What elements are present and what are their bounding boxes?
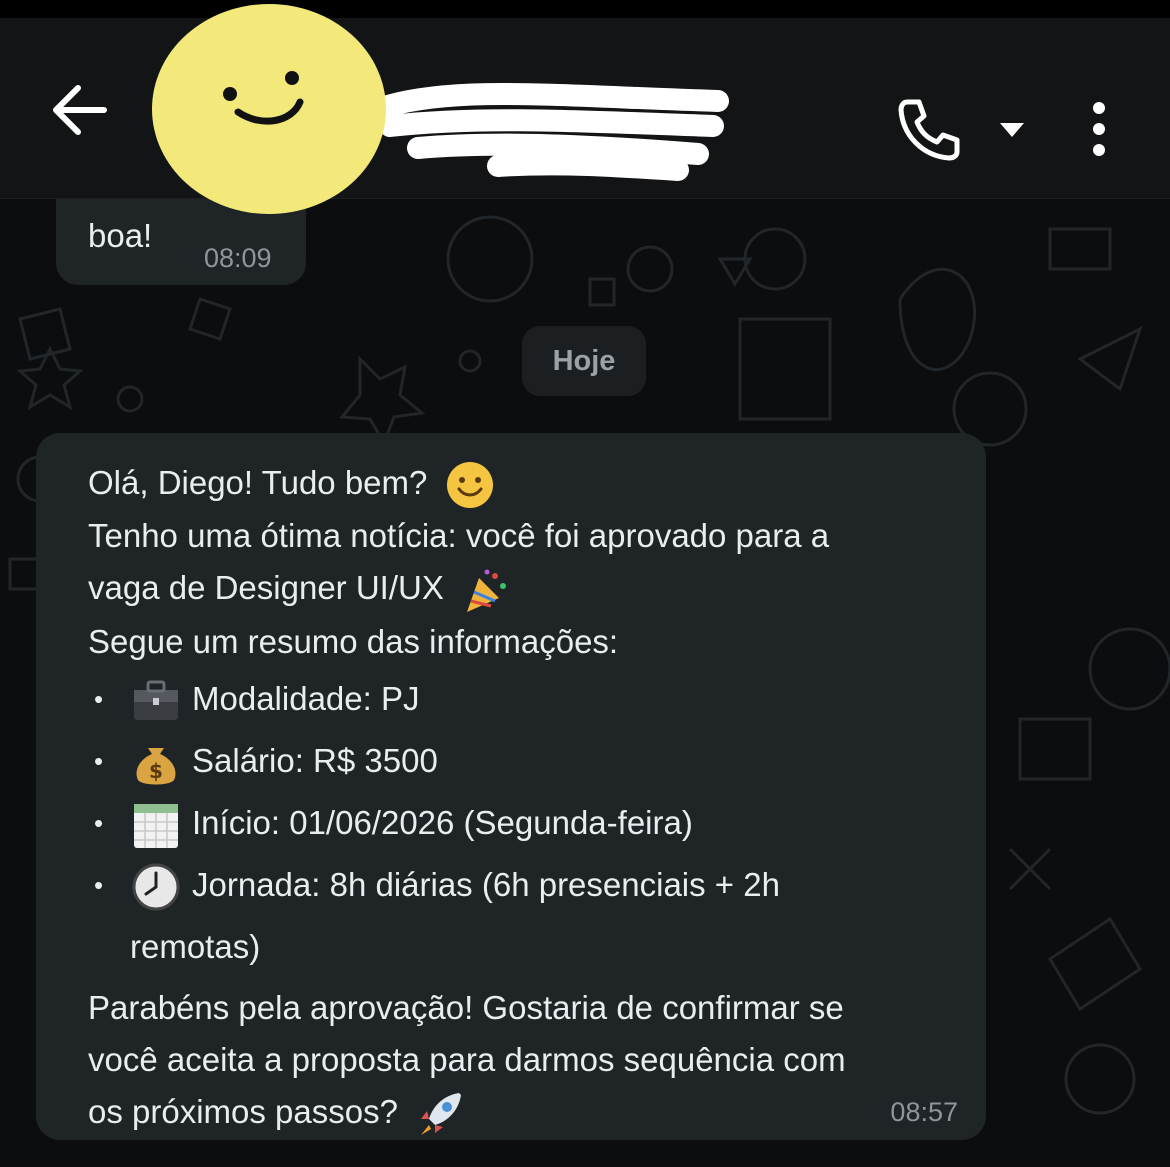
- briefcase-icon: [134, 680, 178, 720]
- clock-icon: [132, 863, 180, 911]
- message-text: Parabéns pela aprovação! Gostaria de con…: [88, 988, 844, 1026]
- message-text: vaga de Designer UI/UX: [88, 569, 444, 607]
- money-bag-icon: $: [136, 747, 176, 785]
- message-text: você aceita a proposta para darmos sequê…: [88, 1040, 846, 1078]
- contact-name-redacted[interactable]: [377, 66, 738, 186]
- caret-down-icon: [1000, 123, 1024, 137]
- message-text: os próximos passos?: [88, 1092, 398, 1130]
- list-item: • $ Salário: R$ 3500: [88, 730, 968, 792]
- voice-call-button[interactable]: [893, 92, 965, 164]
- date-separator: Hoje: [522, 326, 646, 396]
- message-timestamp: 08:57: [890, 1097, 958, 1127]
- bullet-dot: •: [94, 683, 104, 714]
- bullet-dot: •: [94, 745, 104, 776]
- message-text: Olá, Diego! Tudo bem?: [88, 464, 428, 501]
- list-item-text: Jornada: 8h diárias (6h presenciais + 2h: [192, 865, 780, 903]
- chat-area[interactable]: boa! 08:09 Hoje Olá, Diego! Tudo bem? Te…: [0, 199, 1170, 1167]
- vertical-dots-icon: [1093, 102, 1105, 156]
- list-item: • Jornada: 8h diárias (6h presenciais + …: [88, 854, 968, 916]
- smiling-face-emoji-icon: [446, 462, 493, 509]
- incoming-message-bubble[interactable]: Olá, Diego! Tudo bem? Tenho uma ótima no…: [36, 433, 986, 1140]
- party-popper-emoji-icon: [467, 569, 507, 612]
- message-line: vaga de Designer UI/UX: [88, 562, 968, 615]
- back-button[interactable]: [44, 76, 114, 146]
- contact-avatar[interactable]: [152, 4, 386, 214]
- message-text: boa!: [88, 217, 153, 254]
- svg-text:$: $: [149, 759, 163, 783]
- list-item: • Modalidade: PJ: [88, 668, 968, 730]
- list-item-continuation: remotas): [130, 927, 261, 965]
- list-item-text: Modalidade: PJ: [192, 679, 420, 717]
- list-item: • Início: 01/06/2026 (Segunda-feira): [88, 792, 968, 854]
- message-timestamp: 08:09: [204, 243, 272, 273]
- list-item-text: Salário: R$ 3500: [192, 741, 438, 779]
- message-line: os próximos passos?: [88, 1086, 968, 1139]
- bullet-dot: •: [94, 869, 104, 900]
- message-body: Olá, Diego! Tudo bem? Tenho uma ótima no…: [88, 457, 968, 1139]
- bullet-dot: •: [94, 807, 104, 838]
- calendar-icon: [134, 803, 178, 848]
- rocket-emoji-icon: [421, 1092, 462, 1135]
- more-options-button[interactable]: [1078, 98, 1120, 162]
- message-text: Tenho uma ótima notícia: você foi aprova…: [88, 517, 830, 555]
- message-line: Olá, Diego! Tudo bem?: [88, 457, 968, 510]
- message-text: Segue um resumo das informações:: [88, 622, 619, 660]
- phone-icon: [898, 99, 960, 161]
- smiley-face-icon: [223, 71, 304, 125]
- list-item-text: Início: 01/06/2026 (Segunda-feira): [192, 803, 693, 841]
- arrow-left-icon: [53, 85, 107, 135]
- call-options-dropdown[interactable]: [992, 114, 1032, 144]
